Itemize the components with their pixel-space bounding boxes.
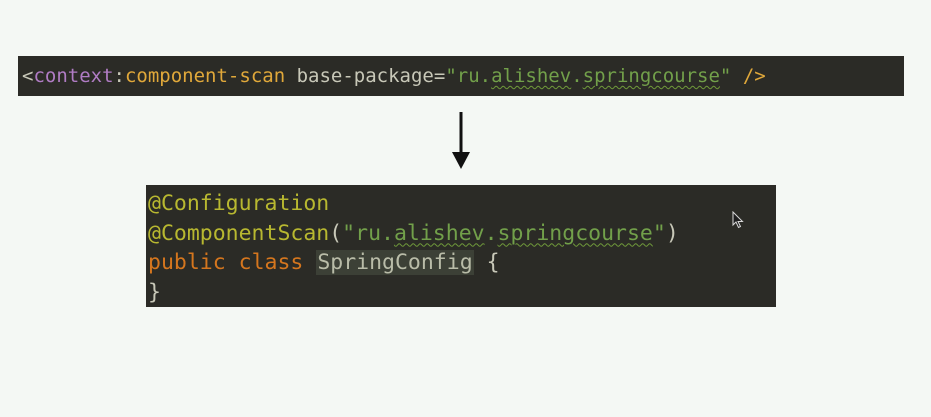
paren-close: ) bbox=[665, 220, 679, 246]
xml-quote-open: " bbox=[445, 65, 457, 87]
keyword-public: public bbox=[148, 250, 226, 275]
arrow-down-icon bbox=[452, 112, 470, 169]
xml-equals: = bbox=[433, 65, 446, 87]
xml-attribute-name: base-package bbox=[296, 65, 434, 87]
package-part: ru. bbox=[355, 220, 394, 246]
class-name: SpringConfig bbox=[316, 250, 474, 275]
brace-open: { bbox=[486, 250, 500, 275]
mouse-pointer-icon bbox=[732, 211, 744, 229]
component-scan-annotation: @ComponentScan bbox=[148, 220, 330, 246]
package-part: . bbox=[484, 220, 498, 246]
brace-close: } bbox=[148, 279, 161, 305]
code-line-2: @ComponentScan("ru.alishev.springcourse"… bbox=[148, 219, 776, 249]
xml-quote-close: " bbox=[719, 65, 732, 87]
package-part-spellcheck: alishev bbox=[393, 220, 485, 246]
xml-space bbox=[285, 65, 296, 87]
xml-line: <context:component-scan base-package="ru… bbox=[22, 62, 904, 90]
xml-namespace: context bbox=[33, 65, 114, 87]
xml-config-snippet: <context:component-scan base-package="ru… bbox=[18, 56, 904, 96]
xml-value-part: . bbox=[571, 65, 583, 87]
xml-self-close: /> bbox=[731, 65, 766, 87]
xml-value-part: ru. bbox=[456, 65, 492, 87]
xml-value-part-spellcheck: springcourse bbox=[582, 65, 720, 87]
code-line-1: @Configuration bbox=[148, 189, 776, 219]
xml-open-bracket: < bbox=[22, 65, 34, 87]
package-part-spellcheck: springcourse bbox=[497, 220, 653, 246]
configuration-annotation: @Configuration bbox=[148, 191, 330, 216]
xml-value-part-spellcheck: alishev bbox=[491, 65, 572, 87]
string-quote-open: " bbox=[342, 220, 356, 246]
xml-colon: : bbox=[113, 65, 125, 87]
java-config-snippet: @Configuration @ComponentScan("ru.alishev… bbox=[146, 185, 776, 307]
keyword-class: class bbox=[238, 250, 304, 275]
code-line-4: } bbox=[148, 278, 776, 308]
paren-open: ( bbox=[329, 220, 343, 246]
string-quote-close: " bbox=[652, 220, 666, 246]
code-line-3: public class SpringConfig { bbox=[148, 248, 776, 278]
xml-tag-name: component-scan bbox=[124, 65, 286, 87]
